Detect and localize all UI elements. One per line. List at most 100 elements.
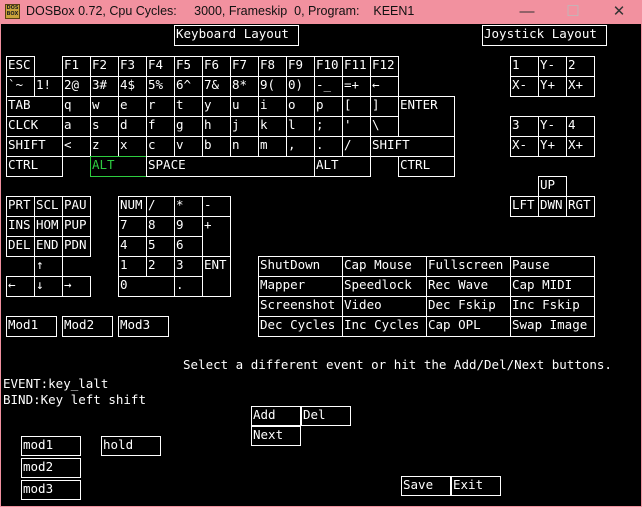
joystick2-button[interactable]: 3 (510, 116, 539, 137)
key-t[interactable]: t (174, 96, 203, 117)
function-screenshot[interactable]: Screenshot (258, 296, 343, 317)
key-r[interactable]: r (146, 96, 175, 117)
function-dec-cycles[interactable]: Dec Cycles (258, 316, 343, 337)
mod2-checkbox[interactable]: mod2 (21, 458, 81, 478)
numpad-key[interactable]: NUM (118, 196, 147, 217)
mod3-checkbox[interactable]: mod3 (21, 480, 81, 500)
key-symbol[interactable]: `~ (6, 76, 35, 97)
key-f3[interactable]: F3 (118, 56, 147, 77)
key-j[interactable]: j (230, 116, 259, 137)
key-symbol[interactable]: [ (342, 96, 371, 117)
key-k[interactable]: k (258, 116, 287, 137)
function-cap-mouse[interactable]: Cap Mouse (342, 256, 427, 277)
key-w[interactable]: w (90, 96, 119, 117)
nav-key[interactable]: HOM (34, 216, 63, 237)
nav-key[interactable]: DEL (6, 236, 35, 257)
numpad-key[interactable]: 1 (118, 256, 147, 277)
next-button[interactable]: Next (251, 426, 301, 446)
numpad-key[interactable]: 5 (146, 236, 175, 257)
key-y[interactable]: y (202, 96, 231, 117)
function-mapper[interactable]: Mapper (258, 276, 343, 297)
key-enter[interactable]: ENTER (398, 96, 455, 137)
joystick2-button[interactable]: Y- (538, 116, 567, 137)
close-button[interactable]: ✕ (596, 0, 642, 24)
minimize-button[interactable]: — (504, 0, 550, 24)
function-shutdown[interactable]: ShutDown (258, 256, 343, 277)
key-3[interactable]: 3# (90, 76, 119, 97)
key-2[interactable]: 2@ (62, 76, 91, 97)
key-l[interactable]: l (286, 116, 315, 137)
exit-button[interactable]: Exit (451, 476, 501, 496)
key-8[interactable]: 8* (230, 76, 259, 97)
key-symbol[interactable]: ; (314, 116, 343, 137)
key-z[interactable]: z (90, 136, 119, 157)
joystick1-button[interactable]: X- (510, 76, 539, 97)
key-p[interactable]: p (314, 96, 343, 117)
key-symbol[interactable]: \ (370, 116, 399, 137)
function-inc-fskip[interactable]: Inc Fskip (510, 296, 595, 317)
nav-key[interactable]: PAU (62, 196, 91, 217)
joystick2-button[interactable]: X- (510, 136, 539, 157)
joystick1-button[interactable]: 1 (510, 56, 539, 77)
key-ctrl[interactable]: CTRL (398, 156, 455, 177)
key-tab[interactable]: TAB (6, 96, 63, 117)
key-clck[interactable]: CLCK (6, 116, 63, 137)
key-shift[interactable]: SHIFT (370, 136, 455, 157)
key-esc[interactable]: ESC (6, 56, 35, 77)
hold-checkbox[interactable]: hold (101, 436, 161, 456)
mod2-key[interactable]: Mod2 (62, 316, 113, 337)
key-symbol[interactable]: ← (370, 76, 399, 97)
joystick-layout-label[interactable]: Joystick Layout (482, 25, 607, 46)
numpad-key[interactable]: 7 (118, 216, 147, 237)
key-c[interactable]: c (146, 136, 175, 157)
key-f10[interactable]: F10 (314, 56, 343, 77)
key-i[interactable]: i (258, 96, 287, 117)
key-space[interactable]: SPACE (146, 156, 315, 177)
key-g[interactable]: g (174, 116, 203, 137)
numpad-key[interactable]: 8 (146, 216, 175, 237)
key-f11[interactable]: F11 (342, 56, 371, 77)
key-f9[interactable]: F9 (286, 56, 315, 77)
key-u[interactable]: u (230, 96, 259, 117)
key-f1[interactable]: F1 (62, 56, 91, 77)
key-m[interactable]: m (258, 136, 287, 157)
key-f5[interactable]: F5 (174, 56, 203, 77)
function-inc-cycles[interactable]: Inc Cycles (342, 316, 427, 337)
numpad-key[interactable]: - (202, 196, 231, 217)
nav-key[interactable]: INS (6, 216, 35, 237)
key-s[interactable]: s (90, 116, 119, 137)
function-speedlock[interactable]: Speedlock (342, 276, 427, 297)
nav-key[interactable]: ← (6, 276, 35, 297)
joystick-hat-dwn[interactable]: DWN (538, 196, 567, 217)
key-alt-left-selected[interactable]: ALT (90, 156, 147, 177)
add-button[interactable]: Add (251, 406, 301, 426)
key-6[interactable]: 6^ (174, 76, 203, 97)
key-f8[interactable]: F8 (258, 56, 287, 77)
key-4[interactable]: 4$ (118, 76, 147, 97)
key-symbol[interactable]: . (314, 136, 343, 157)
nav-key[interactable]: ↓ (34, 276, 63, 297)
mod1-checkbox[interactable]: mod1 (21, 436, 81, 456)
key-9[interactable]: 9( (258, 76, 287, 97)
numpad-key[interactable]: + (202, 216, 231, 257)
keyboard-layout-label[interactable]: Keyboard Layout (174, 25, 299, 46)
key-x[interactable]: x (118, 136, 147, 157)
key-f[interactable]: f (146, 116, 175, 137)
key-ctrl[interactable]: CTRL (6, 156, 63, 177)
key-f4[interactable]: F4 (146, 56, 175, 77)
key-7[interactable]: 7& (202, 76, 231, 97)
joystick-hat-lft[interactable]: LFT (510, 196, 539, 217)
key-d[interactable]: d (118, 116, 147, 137)
nav-key[interactable]: ↑ (34, 256, 63, 277)
key-symbol[interactable]: -_ (314, 76, 343, 97)
key-b[interactable]: b (202, 136, 231, 157)
key-alt[interactable]: ALT (314, 156, 371, 177)
function-video[interactable]: Video (342, 296, 427, 317)
joystick1-button[interactable]: Y+ (538, 76, 567, 97)
function-cap-midi[interactable]: Cap MIDI (510, 276, 595, 297)
key-symbol[interactable]: , (286, 136, 315, 157)
mod3-key[interactable]: Mod3 (118, 316, 169, 337)
mod1-key[interactable]: Mod1 (6, 316, 57, 337)
function-swap-image[interactable]: Swap Image (510, 316, 595, 337)
numpad-key[interactable]: 3 (174, 256, 203, 277)
